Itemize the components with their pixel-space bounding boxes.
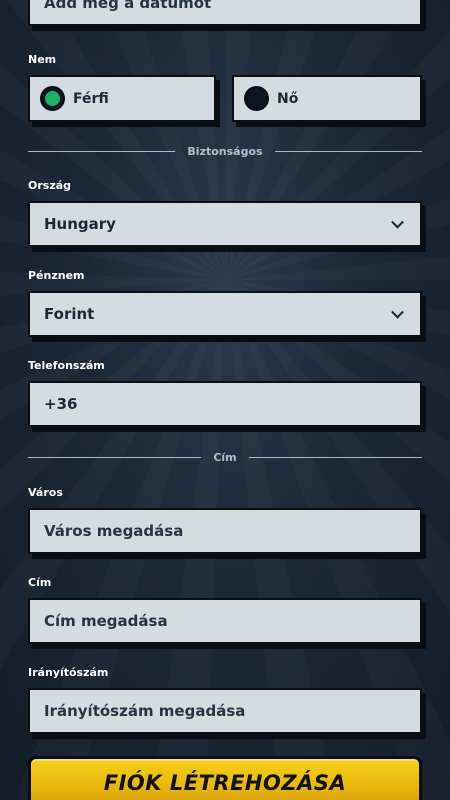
country-label: Ország bbox=[28, 179, 72, 192]
divider-line bbox=[28, 456, 202, 458]
birthdate-placeholder: Add meg a dátumot bbox=[44, 0, 212, 12]
create-account-button[interactable]: FIÓK LÉTREHOZÁSA bbox=[28, 756, 422, 800]
gender-option-male[interactable]: Férfi bbox=[28, 75, 216, 122]
country-value: Hungary bbox=[44, 215, 116, 233]
divider-line bbox=[248, 456, 422, 458]
zip-input[interactable]: Irányítószám megadása bbox=[28, 688, 422, 734]
address-placeholder: Cím megadása bbox=[44, 612, 168, 630]
divider-security-label: Biztonságos bbox=[187, 144, 263, 158]
city-input[interactable]: Város megadása bbox=[28, 508, 422, 554]
radio-unselected-icon bbox=[244, 86, 269, 111]
divider-security: Biztonságos bbox=[28, 144, 422, 158]
address-label: Cím bbox=[28, 576, 52, 589]
chevron-down-icon bbox=[391, 305, 404, 319]
city-label: Város bbox=[28, 486, 63, 499]
zip-placeholder: Irányítószám megadása bbox=[44, 702, 246, 720]
currency-value: Forint bbox=[44, 305, 95, 323]
radio-selected-icon bbox=[40, 86, 65, 111]
country-select[interactable]: Hungary bbox=[28, 201, 422, 247]
currency-label: Pénznem bbox=[28, 269, 85, 282]
divider-line bbox=[28, 150, 176, 152]
phone-label: Telefonszám bbox=[28, 359, 105, 372]
zip-label: Irányítószám bbox=[28, 666, 109, 679]
gender-option-female[interactable]: Nő bbox=[232, 75, 422, 122]
currency-select[interactable]: Forint bbox=[28, 291, 422, 337]
gender-option-male-label: Férfi bbox=[73, 90, 109, 107]
city-placeholder: Város megadása bbox=[44, 522, 184, 540]
divider-line bbox=[274, 150, 422, 152]
divider-address-label: Cím bbox=[213, 450, 237, 464]
gender-label: Nem bbox=[28, 53, 57, 66]
phone-input[interactable]: +36 bbox=[28, 381, 422, 427]
gender-option-female-label: Nő bbox=[277, 90, 299, 107]
birthdate-input[interactable]: Add meg a dátumot bbox=[28, 0, 422, 26]
address-input[interactable]: Cím megadása bbox=[28, 598, 422, 644]
divider-address: Cím bbox=[28, 450, 422, 464]
chevron-down-icon bbox=[391, 215, 404, 229]
create-account-label: FIÓK LÉTREHOZÁSA bbox=[103, 771, 347, 795]
phone-value: +36 bbox=[44, 395, 78, 413]
